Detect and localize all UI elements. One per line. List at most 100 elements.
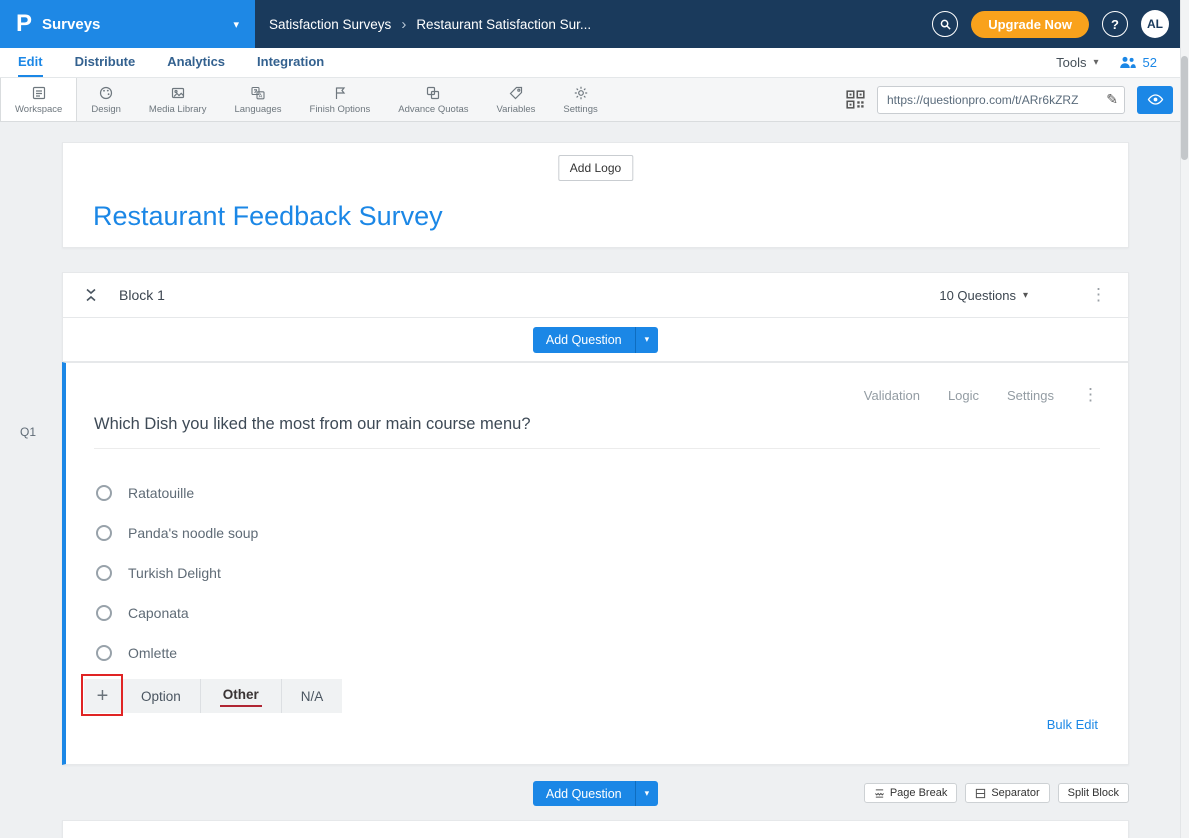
caret-down-icon: ▾ <box>1094 57 1099 68</box>
help-button[interactable]: ? <box>1102 11 1128 37</box>
answer-option-label[interactable]: Panda's noodle soup <box>128 525 258 541</box>
add-question-split-button-top: Add Question ▾ <box>533 327 658 353</box>
toolbar-item-finish-options[interactable]: Finish Options <box>296 78 385 121</box>
split-block-button[interactable]: Split Block <box>1058 783 1129 803</box>
answer-option-label[interactable]: Turkish Delight <box>128 565 221 581</box>
toolbar-item-label: Variables <box>497 104 536 115</box>
toolbar-item-label: Media Library <box>149 104 207 115</box>
answer-option-label[interactable]: Caponata <box>128 605 189 621</box>
caret-down-icon: ▾ <box>645 788 650 799</box>
users-icon <box>1119 56 1136 69</box>
tab-edit[interactable]: Edit <box>18 48 43 77</box>
question-card: Q1 Validation Logic Settings ⋮ Which Dis… <box>62 362 1129 765</box>
tools-label: Tools <box>1056 55 1086 70</box>
answer-option-label[interactable]: Omlette <box>128 645 177 661</box>
tab-analytics[interactable]: Analytics <box>167 48 225 77</box>
tools-menu[interactable]: Tools ▾ <box>1056 55 1098 70</box>
toolbar-item-variables[interactable]: Variables <box>483 78 550 121</box>
radio-button[interactable] <box>96 565 112 581</box>
avatar[interactable]: AL <box>1141 10 1169 38</box>
product-switcher[interactable]: P Surveys ▾ <box>0 0 255 48</box>
question-kebab-menu-icon[interactable]: ⋮ <box>1082 385 1100 405</box>
add-question-split-button-bottom: Add Question ▾ <box>533 781 658 806</box>
scrollbar-track[interactable] <box>1180 0 1189 838</box>
add-option-button[interactable]: Option <box>122 679 201 713</box>
toolbar-item-settings[interactable]: Settings <box>549 78 611 121</box>
breadcrumb-survey[interactable]: Restaurant Satisfaction Sur... <box>416 17 591 32</box>
question-actions: Validation Logic Settings ⋮ <box>864 385 1100 405</box>
question-title[interactable]: Which Dish you liked the most from our m… <box>94 415 1100 449</box>
add-question-caret-button[interactable]: ▾ <box>635 781 659 806</box>
workspace-icon <box>31 85 47 101</box>
radio-button[interactable] <box>96 525 112 541</box>
answer-option-row: Turkish Delight <box>96 553 258 593</box>
toolbar-item-languages[interactable]: A Languages <box>220 78 295 121</box>
block-header: Block 1 10 Questions ▾ ⋮ <box>62 272 1129 318</box>
breadcrumb: Satisfaction Surveys › Restaurant Satisf… <box>269 16 591 33</box>
radio-button[interactable] <box>96 485 112 501</box>
main-nav: Edit Distribute Analytics Integration To… <box>0 48 1189 78</box>
bulk-edit-link[interactable]: Bulk Edit <box>1047 717 1098 732</box>
help-icon: ? <box>1111 17 1119 32</box>
qr-code-icon[interactable] <box>846 90 865 109</box>
upgrade-now-button[interactable]: Upgrade Now <box>971 11 1089 38</box>
toggle-na-button[interactable]: N/A <box>282 679 343 713</box>
radio-button[interactable] <box>96 605 112 621</box>
breadcrumb-folder[interactable]: Satisfaction Surveys <box>269 17 391 32</box>
add-question-button[interactable]: Add Question <box>533 327 635 353</box>
edit-url-pencil-icon[interactable]: ✎ <box>1106 91 1118 108</box>
other-label: Other <box>220 685 262 707</box>
toolbar-item-design[interactable]: Design <box>77 78 135 121</box>
toolbar-item-label: Workspace <box>15 104 62 115</box>
chevron-right-icon: › <box>401 16 406 33</box>
block-header-right: 10 Questions ▾ ⋮ <box>939 285 1108 305</box>
answer-option-label[interactable]: Ratatouille <box>128 485 194 501</box>
survey-header-card: Add Logo Restaurant Feedback Survey <box>62 142 1129 248</box>
tab-integration[interactable]: Integration <box>257 48 324 77</box>
toolbar-item-media-library[interactable]: Media Library <box>135 78 221 121</box>
answer-option-row: Omlette <box>96 633 258 673</box>
tab-distribute[interactable]: Distribute <box>75 48 136 77</box>
collaborator-count: 52 <box>1143 55 1157 70</box>
search-icon <box>939 18 952 31</box>
add-option-plus-button[interactable]: + <box>84 679 122 713</box>
collapse-block-icon[interactable] <box>83 287 99 303</box>
separator-icon <box>975 788 986 799</box>
bottom-action-row: Add Question ▾ Page Break <box>62 781 1129 806</box>
survey-url-input[interactable] <box>877 86 1125 114</box>
page-break-label: Page Break <box>890 787 947 799</box>
add-question-button[interactable]: Add Question <box>533 781 635 806</box>
toggle-other-button[interactable]: Other <box>201 679 282 713</box>
toolbar-item-workspace[interactable]: Workspace <box>0 78 77 121</box>
block-tools: Page Break Separator Split Block <box>864 783 1129 803</box>
scrollbar-thumb[interactable] <box>1181 56 1188 160</box>
toolbar-item-advance-quotas[interactable]: Advance Quotas <box>384 78 482 121</box>
add-question-caret-button[interactable]: ▾ <box>635 327 659 353</box>
preview-button[interactable] <box>1137 86 1173 114</box>
search-button[interactable] <box>932 11 958 37</box>
quota-tags-icon <box>425 85 441 101</box>
add-logo-button[interactable]: Add Logo <box>558 155 633 181</box>
eye-icon <box>1147 93 1164 106</box>
separator-button[interactable]: Separator <box>965 783 1049 803</box>
tag-icon <box>508 85 524 101</box>
settings-link[interactable]: Settings <box>1007 388 1054 403</box>
palette-icon <box>98 85 114 101</box>
page-break-icon <box>874 788 885 799</box>
collaborators[interactable]: 52 <box>1119 55 1157 70</box>
logic-link[interactable]: Logic <box>948 388 979 403</box>
block-name[interactable]: Block 1 <box>119 287 165 303</box>
radio-button[interactable] <box>96 645 112 661</box>
page-break-button[interactable]: Page Break <box>864 783 957 803</box>
toolbar-item-label: Finish Options <box>310 104 371 115</box>
caret-down-icon: ▾ <box>645 334 650 345</box>
caret-down-icon: ▾ <box>1023 290 1028 301</box>
question-number: Q1 <box>20 425 36 439</box>
questionpro-logo: P <box>16 10 32 38</box>
survey-title[interactable]: Restaurant Feedback Survey <box>93 201 443 232</box>
block-kebab-menu-icon[interactable]: ⋮ <box>1090 285 1108 305</box>
nav-right: Tools ▾ 52 <box>1056 48 1189 77</box>
question-count-dropdown[interactable]: 10 Questions ▾ <box>939 288 1028 303</box>
survey-editor-screen: P Surveys ▾ Satisfaction Surveys › Resta… <box>0 0 1189 838</box>
validation-link[interactable]: Validation <box>864 388 920 403</box>
